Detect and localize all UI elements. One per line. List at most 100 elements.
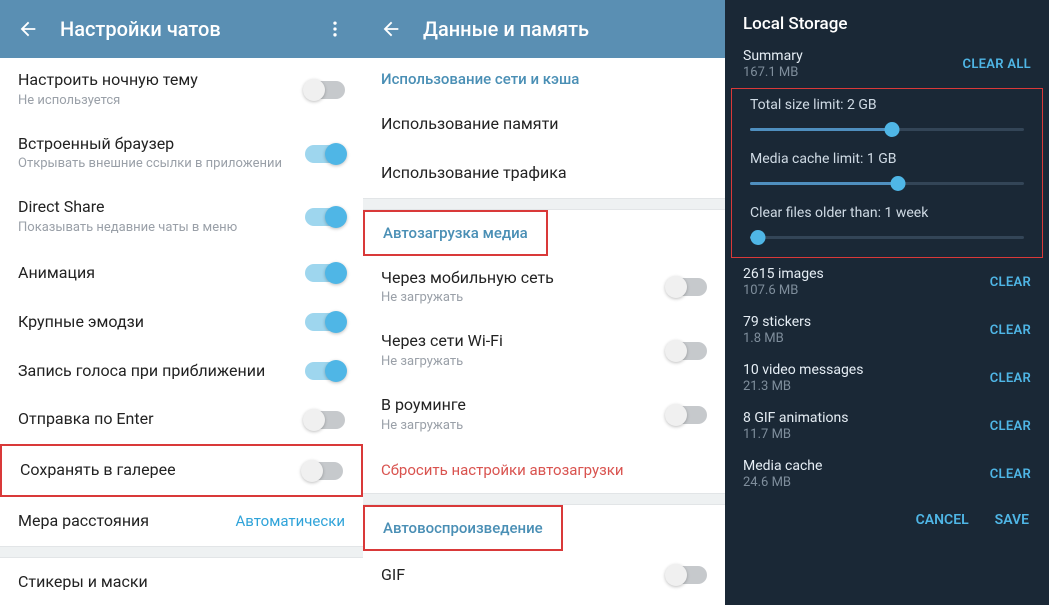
toggle-wifi-network[interactable] xyxy=(667,342,707,360)
row-night-theme[interactable]: Настроить ночную тему Не используется xyxy=(0,58,363,122)
toggle-large-emoji[interactable] xyxy=(305,313,345,331)
item-sub: 21.3 MB xyxy=(743,379,990,394)
more-button[interactable] xyxy=(321,15,349,43)
toggle-direct-share[interactable] xyxy=(305,208,345,226)
toggle-raise-to-speak[interactable] xyxy=(305,362,345,380)
toggle-roaming[interactable] xyxy=(667,406,707,424)
item-title: 10 video messages xyxy=(743,362,990,378)
row-mobile-network[interactable]: Через мобильную сетьНе загружать xyxy=(363,256,725,320)
section-usage-title: Использование сети и кэша xyxy=(363,58,725,100)
separator xyxy=(363,198,725,210)
panel-title: Local Storage xyxy=(725,0,1049,40)
row-label: Встроенный браузер xyxy=(18,134,305,155)
row-sub: Показывать недавние чаты в меню xyxy=(18,220,305,237)
item-sub: 11.7 MB xyxy=(743,427,990,442)
row-label: Крупные эмодзи xyxy=(18,312,305,333)
row-sub: Не используется xyxy=(18,93,305,110)
back-button[interactable] xyxy=(14,15,42,43)
footer-actions: CANCEL SAVE xyxy=(725,498,1049,542)
slider-track[interactable] xyxy=(750,229,1024,247)
row-wifi-network[interactable]: Через сети Wi-Fi Не загружать xyxy=(363,319,725,383)
item-title: 79 stickers xyxy=(743,314,990,330)
row-label: Через мобильную сеть xyxy=(381,268,667,289)
toggle-night-theme[interactable] xyxy=(305,81,345,99)
row-label: Отправка по Enter xyxy=(18,409,305,430)
save-button[interactable]: SAVE xyxy=(995,512,1029,528)
item-title: 2615 images xyxy=(743,266,990,282)
row-distance-unit[interactable]: Мера расстояния Автоматически xyxy=(0,497,363,546)
cancel-button[interactable]: CANCEL xyxy=(916,512,969,528)
slider-label: Total size limit: 2 GB xyxy=(750,97,1024,113)
sliders-group: Total size limit: 2 GB Media cache limit… xyxy=(731,88,1043,258)
row-label: Использование трафика xyxy=(381,163,707,184)
row-memory-usage[interactable]: Использование памяти xyxy=(363,100,725,149)
row-send-on-enter[interactable]: Отправка по Enter xyxy=(0,395,363,444)
row-media-cache: Media cache24.6 MB CLEAR xyxy=(725,450,1049,498)
panel-chat-settings: Настройки чатов Настроить ночную тему Не … xyxy=(0,0,363,605)
toggle-save-to-gallery[interactable] xyxy=(303,462,343,480)
item-title: 8 GIF animations xyxy=(743,410,990,426)
row-animation[interactable]: Анимация xyxy=(0,249,363,298)
row-roaming[interactable]: В роуминге Не загружать xyxy=(363,383,725,447)
item-sub: 24.6 MB xyxy=(743,475,990,490)
clear-button[interactable]: CLEAR xyxy=(990,467,1031,482)
arrow-left-icon xyxy=(17,18,39,40)
clear-button[interactable]: CLEAR xyxy=(990,323,1031,338)
row-raise-to-speak[interactable]: Запись голоса при приближении xyxy=(0,347,363,396)
clear-button[interactable]: CLEAR xyxy=(990,371,1031,386)
row-sub: Не загружать xyxy=(381,354,667,371)
row-images: 2615 images107.6 MB CLEAR xyxy=(725,258,1049,306)
row-sub: Не загружать xyxy=(381,418,667,435)
reset-autoload-button[interactable]: Сбросить настройки автозагрузки xyxy=(363,447,725,493)
row-label: Сохранять в галерее xyxy=(20,460,303,481)
header-title: Настройки чатов xyxy=(42,17,321,41)
section-autoplay-title: Автовоспроизведение xyxy=(363,505,563,551)
toggle-mobile-network[interactable] xyxy=(667,278,707,296)
toggle-gif-autoplay[interactable] xyxy=(667,566,707,584)
row-builtin-browser[interactable]: Встроенный браузерОткрывать внешние ссыл… xyxy=(0,122,363,186)
clear-all-button[interactable]: CLEAR ALL xyxy=(963,57,1031,72)
row-label: В роуминге xyxy=(381,395,667,416)
slider-track[interactable] xyxy=(750,121,1024,139)
toggle-builtin-browser[interactable] xyxy=(305,145,345,163)
panel-local-storage: Local Storage Summary 167.1 MB CLEAR ALL… xyxy=(725,0,1049,605)
row-stickers-masks[interactable]: Стикеры и маски xyxy=(0,558,363,605)
panel-data-storage: Данные и память Использование сети и кэш… xyxy=(363,0,725,605)
toggle-send-on-enter[interactable] xyxy=(305,411,345,429)
row-label: Стикеры и маски xyxy=(18,572,345,593)
more-vertical-icon xyxy=(325,19,345,39)
header-bar: Данные и память xyxy=(363,0,725,58)
clear-button[interactable]: CLEAR xyxy=(990,275,1031,290)
item-sub: 1.8 MB xyxy=(743,331,990,346)
arrow-left-icon xyxy=(380,18,402,40)
slider-total-size[interactable]: Total size limit: 2 GB xyxy=(732,89,1042,143)
row-large-emoji[interactable]: Крупные эмодзи xyxy=(0,298,363,347)
row-label: Анимация xyxy=(18,263,305,284)
header-bar: Настройки чатов xyxy=(0,0,363,58)
clear-button[interactable]: CLEAR xyxy=(990,419,1031,434)
row-gif-autoplay[interactable]: GIF xyxy=(363,551,725,600)
slider-label: Clear files older than: 1 week xyxy=(750,205,1024,221)
row-traffic-usage[interactable]: Использование трафика xyxy=(363,149,725,198)
row-video-messages: 10 video messages21.3 MB CLEAR xyxy=(725,354,1049,402)
row-summary: Summary 167.1 MB CLEAR ALL xyxy=(725,40,1049,88)
slider-media-cache[interactable]: Media cache limit: 1 GB xyxy=(732,143,1042,197)
header-title: Данные и память xyxy=(405,17,711,41)
back-button[interactable] xyxy=(377,15,405,43)
row-sub: Открывать внешние ссылки в приложении xyxy=(18,156,305,173)
row-label: Через сети Wi-Fi xyxy=(381,331,667,352)
row-value: Автоматически xyxy=(235,512,345,530)
toggle-animation[interactable] xyxy=(305,264,345,282)
row-direct-share[interactable]: Direct Share Показывать недавние чаты в м… xyxy=(0,185,363,249)
slider-track[interactable] xyxy=(750,175,1024,193)
row-label: Настроить ночную тему xyxy=(18,70,305,91)
separator xyxy=(0,546,363,558)
row-label: Мера расстояния xyxy=(18,511,235,532)
row-label: Direct Share xyxy=(18,197,305,218)
row-label: GIF xyxy=(381,565,667,586)
slider-clear-older[interactable]: Clear files older than: 1 week xyxy=(732,197,1042,251)
section-autoload-title: Автозагрузка медиа xyxy=(363,210,548,256)
item-sub: 107.6 MB xyxy=(743,283,990,298)
row-stickers: 79 stickers1.8 MB CLEAR xyxy=(725,306,1049,354)
row-save-to-gallery[interactable]: Сохранять в галерее xyxy=(0,444,363,497)
